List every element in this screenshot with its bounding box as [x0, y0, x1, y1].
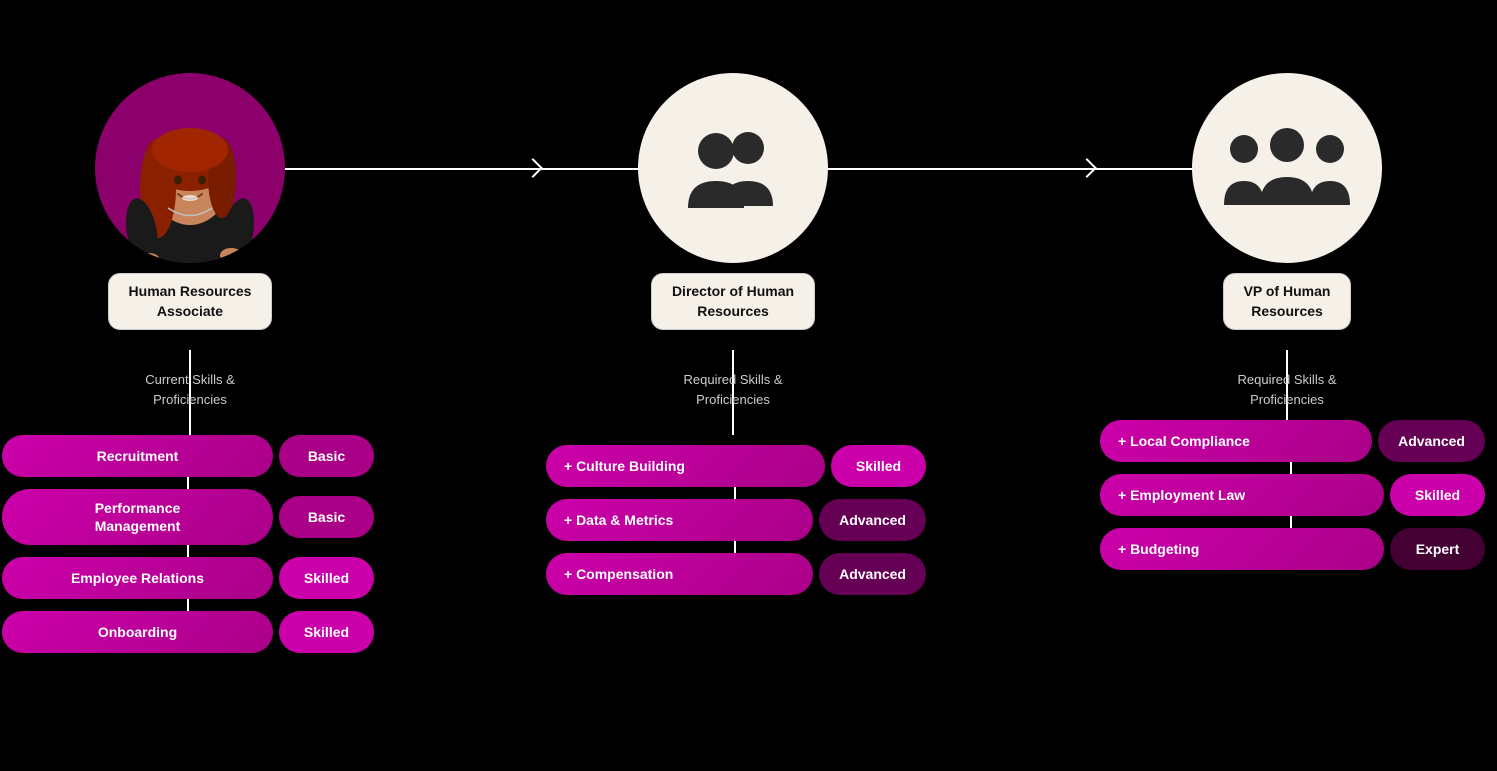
vline-skills-3b: [1290, 516, 1292, 528]
level-employment-law: Skilled: [1390, 474, 1485, 516]
skill-row-performance: PerformanceManagement Basic: [2, 489, 374, 545]
section-label-2: Required Skills &Proficiencies: [638, 370, 828, 409]
role-label-director: Director of HumanResources: [651, 273, 815, 330]
role-label-vp: VP of HumanResources: [1223, 273, 1352, 330]
skill-row-employment-law: + Employment Law Skilled: [1100, 474, 1485, 516]
skills-container-1: Recruitment Basic PerformanceManagement …: [2, 435, 374, 665]
skill-row-employee-relations: Employee Relations Skilled: [2, 557, 374, 599]
skill-recruitment: Recruitment: [2, 435, 273, 477]
director-icon: [678, 126, 788, 211]
role-label-hr-associate: Human ResourcesAssociate: [108, 273, 273, 330]
skill-compliance: + Local Compliance: [1100, 420, 1372, 462]
vline-skills-1c: [187, 599, 189, 611]
skill-onboarding: Onboarding: [2, 611, 273, 653]
icon-circle-director: [638, 73, 828, 263]
level-employee-relations: Skilled: [279, 557, 374, 599]
level-onboarding: Skilled: [279, 611, 374, 653]
icon-circle-vp: [1192, 73, 1382, 263]
vline-skills-2a: [734, 487, 736, 499]
level-culture: Skilled: [831, 445, 926, 487]
level-data: Advanced: [819, 499, 926, 541]
vline-skills-1a: [187, 477, 189, 489]
skills-container-2: + Culture Building Skilled + Data & Metr…: [546, 445, 926, 607]
node-hr-associate: Human ResourcesAssociate: [95, 73, 285, 330]
vline-skills-1b: [187, 545, 189, 557]
skill-row-compliance: + Local Compliance Advanced: [1100, 420, 1485, 462]
skill-employment-law: + Employment Law: [1100, 474, 1384, 516]
vline-skills-3a: [1290, 462, 1292, 474]
skill-culture: + Culture Building: [546, 445, 825, 487]
level-budgeting: Expert: [1390, 528, 1485, 570]
vp-icon: [1222, 123, 1352, 213]
arrow-2: [1077, 158, 1097, 178]
level-performance: Basic: [279, 496, 374, 538]
person-illustration: [100, 78, 280, 263]
skill-compensation: + Compensation: [546, 553, 813, 595]
skill-row-budgeting: + Budgeting Expert: [1100, 528, 1485, 570]
section-label-1: Current Skills &Proficiencies: [95, 370, 285, 409]
skill-budgeting: + Budgeting: [1100, 528, 1384, 570]
skill-row-data: + Data & Metrics Advanced: [546, 499, 926, 541]
avatar-hr-associate: [95, 73, 285, 263]
level-compliance: Advanced: [1378, 420, 1485, 462]
node-vp-hr: VP of HumanResources: [1192, 73, 1382, 330]
section-label-3: Required Skills &Proficiencies: [1192, 370, 1382, 409]
skill-row-onboarding: Onboarding Skilled: [2, 611, 374, 653]
skill-row-compensation: + Compensation Advanced: [546, 553, 926, 595]
skill-employee-relations: Employee Relations: [2, 557, 273, 599]
node-director-hr: Director of HumanResources: [638, 73, 828, 330]
level-compensation: Advanced: [819, 553, 926, 595]
skill-row-culture: + Culture Building Skilled: [546, 445, 926, 487]
vline-skills-2b: [734, 541, 736, 553]
arrow-1: [523, 158, 543, 178]
skill-row-recruitment: Recruitment Basic: [2, 435, 374, 477]
career-pathway-canvas: Human ResourcesAssociate Current Skills …: [0, 0, 1497, 771]
skills-container-3: + Local Compliance Advanced + Employment…: [1100, 420, 1485, 582]
skill-performance: PerformanceManagement: [2, 489, 273, 545]
skill-data: + Data & Metrics: [546, 499, 813, 541]
level-recruitment: Basic: [279, 435, 374, 477]
